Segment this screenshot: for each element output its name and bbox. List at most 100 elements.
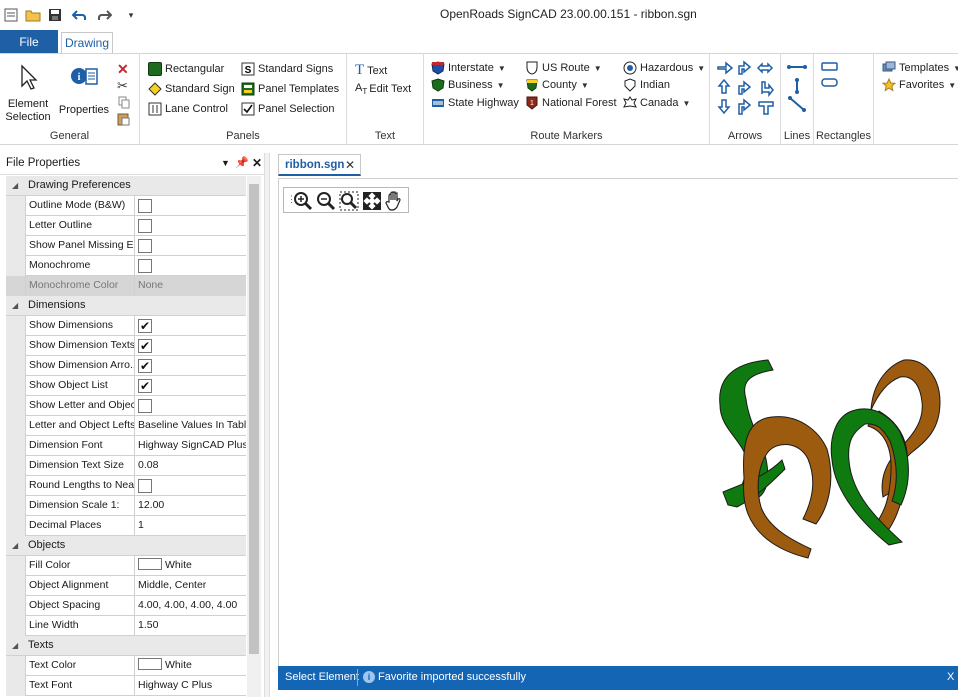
arrow-up-right-icon[interactable] [738, 60, 752, 75]
property-row[interactable]: Show Dimension Arro... ✔ [6, 356, 246, 376]
property-row[interactable]: Show Object List ✔ [6, 376, 246, 396]
panel-templates-button[interactable]: Panel Templates [241, 82, 339, 96]
property-row[interactable]: Fill Color White [6, 556, 246, 576]
hazardous-dropdown[interactable]: Hazardous ▼ [623, 61, 705, 75]
indian-button[interactable]: Indian [623, 78, 670, 92]
checkbox-unchecked[interactable] [138, 199, 152, 213]
property-row[interactable]: Letter Outline [6, 216, 246, 236]
property-value[interactable]: White [135, 656, 246, 676]
property-row[interactable]: Show Letter and Objec... [6, 396, 246, 416]
zoom-in-icon[interactable] [293, 191, 313, 211]
property-value[interactable]: Baseline Values In Tabl [135, 416, 246, 436]
property-row[interactable]: Object Alignment Middle, Center [6, 576, 246, 596]
national-forest-button[interactable]: 1 National Forest [525, 96, 617, 110]
scrollbar-thumb[interactable] [249, 184, 259, 654]
checkbox-checked[interactable]: ✔ [138, 319, 152, 333]
property-value[interactable]: 1 [135, 516, 246, 536]
collapse-triangle-icon[interactable]: ◢ [12, 641, 18, 650]
cut-icon[interactable]: ✂ [117, 78, 128, 94]
collapse-triangle-icon[interactable]: ◢ [12, 181, 18, 190]
rectangular-button[interactable]: Rectangular [148, 62, 224, 76]
checkbox-unchecked[interactable] [138, 259, 152, 273]
checkbox-unchecked[interactable] [138, 219, 152, 233]
tab-drawing[interactable]: Drawing [61, 32, 113, 54]
property-row[interactable]: Text Color White [6, 656, 246, 676]
property-row[interactable]: Dimension Text Size 0.08 [6, 456, 246, 476]
interstate-dropdown[interactable]: Interstate ▼ [431, 61, 506, 75]
checkbox-unchecked[interactable] [138, 399, 152, 413]
panel-close-icon[interactable]: ✕ [252, 156, 262, 170]
collapse-triangle-icon[interactable]: ◢ [12, 541, 18, 550]
arrow-merge-icon[interactable] [738, 98, 752, 115]
favorites-dropdown[interactable]: Favorites ▼ [882, 78, 956, 92]
standard-signs-button[interactable]: S Standard Signs [241, 62, 333, 76]
canada-dropdown[interactable]: Canada ▼ [623, 96, 690, 110]
panel-splitter[interactable] [264, 153, 270, 697]
checkbox-checked[interactable]: ✔ [138, 379, 152, 393]
text-button[interactable]: T Text [355, 62, 387, 79]
customize-qat-icon[interactable]: ▾ [122, 6, 140, 24]
property-value[interactable]: 1.50 [135, 616, 246, 636]
drawing-canvas[interactable] [278, 178, 958, 666]
element-selection-button[interactable]: Element Selection [4, 62, 52, 128]
property-row[interactable]: Text Font Highway C Plus [6, 676, 246, 696]
arrow-down-icon[interactable] [717, 99, 731, 115]
status-close-icon[interactable]: X [947, 671, 954, 683]
property-value[interactable]: White [135, 556, 246, 576]
rectangle-icon[interactable] [821, 62, 838, 71]
property-row[interactable]: Dimension Scale 1: 12.00 [6, 496, 246, 516]
lane-control-button[interactable]: Lane Control [148, 102, 228, 116]
property-row[interactable]: Monochrome Color None [6, 276, 246, 296]
close-tab-icon[interactable]: ✕ [345, 158, 355, 172]
delete-icon[interactable]: ✕ [117, 61, 129, 78]
property-row[interactable]: Show Dimension Texts ✔ [6, 336, 246, 356]
property-row[interactable]: Outline Mode (B&W) [6, 196, 246, 216]
horizontal-line-icon[interactable] [787, 65, 807, 69]
property-row[interactable]: Show Dimensions ✔ [6, 316, 246, 336]
edit-text-button[interactable]: AT Edit Text [355, 82, 411, 96]
property-value[interactable]: 12.00 [135, 496, 246, 516]
fit-view-icon[interactable] [362, 191, 382, 211]
pin-icon[interactable]: 📌 [235, 156, 249, 169]
property-grid-scrollbar[interactable] [247, 176, 261, 697]
property-row[interactable]: Monochrome [6, 256, 246, 276]
panel-menu-icon[interactable]: ▼ [221, 158, 230, 168]
templates-dropdown[interactable]: Templates ▼ [882, 61, 958, 75]
arrow-turn-right-icon[interactable] [738, 80, 752, 95]
diagonal-line-icon[interactable] [788, 96, 806, 112]
property-value[interactable]: None [135, 276, 246, 296]
property-row[interactable]: Object Spacing 4.00, 4.00, 4.00, 4.00 [6, 596, 246, 616]
arrow-up-icon[interactable] [717, 78, 731, 94]
property-section-header[interactable]: ◢ Texts [6, 636, 246, 656]
undo-icon[interactable] [70, 6, 88, 24]
zoom-window-icon[interactable] [339, 191, 359, 211]
property-value[interactable]: Middle, Center [135, 576, 246, 596]
property-section-header[interactable]: ◢ Objects [6, 536, 246, 556]
panel-selection-button[interactable]: Panel Selection [241, 102, 334, 116]
county-dropdown[interactable]: County ▼ [525, 78, 589, 92]
property-value[interactable]: 4.00, 4.00, 4.00, 4.00 [135, 596, 246, 616]
standard-sign-button[interactable]: Standard Sign [148, 82, 235, 96]
checkbox-unchecked[interactable] [138, 239, 152, 253]
document-tab[interactable]: ribbon.sgn ✕ [278, 154, 361, 176]
redo-icon[interactable] [96, 6, 114, 24]
property-value[interactable]: Highway C Plus [135, 676, 246, 696]
property-row[interactable]: Line Width 1.50 [6, 616, 246, 636]
collapse-triangle-icon[interactable]: ◢ [12, 301, 18, 310]
rounded-rectangle-icon[interactable] [821, 78, 838, 87]
property-row[interactable]: Decimal Places 1 [6, 516, 246, 536]
business-dropdown[interactable]: Business ▼ [431, 78, 505, 92]
checkbox-checked[interactable]: ✔ [138, 359, 152, 373]
copy-icon[interactable] [118, 96, 130, 112]
zoom-out-icon[interactable] [316, 191, 336, 211]
property-value[interactable]: Highway SignCAD Plus [135, 436, 246, 456]
pan-hand-icon[interactable] [384, 191, 404, 211]
us-route-dropdown[interactable]: US Route ▼ [525, 61, 602, 75]
arrow-turn-left-icon[interactable] [761, 81, 774, 98]
property-row[interactable]: Letter and Object Lefts... Baseline Value… [6, 416, 246, 436]
state-highway-button[interactable]: State Highway [431, 96, 519, 110]
arrow-right-icon[interactable] [717, 61, 734, 75]
vertical-line-icon[interactable] [795, 78, 799, 94]
property-row[interactable]: Dimension Font Highway SignCAD Plus [6, 436, 246, 456]
save-icon[interactable] [46, 6, 64, 24]
